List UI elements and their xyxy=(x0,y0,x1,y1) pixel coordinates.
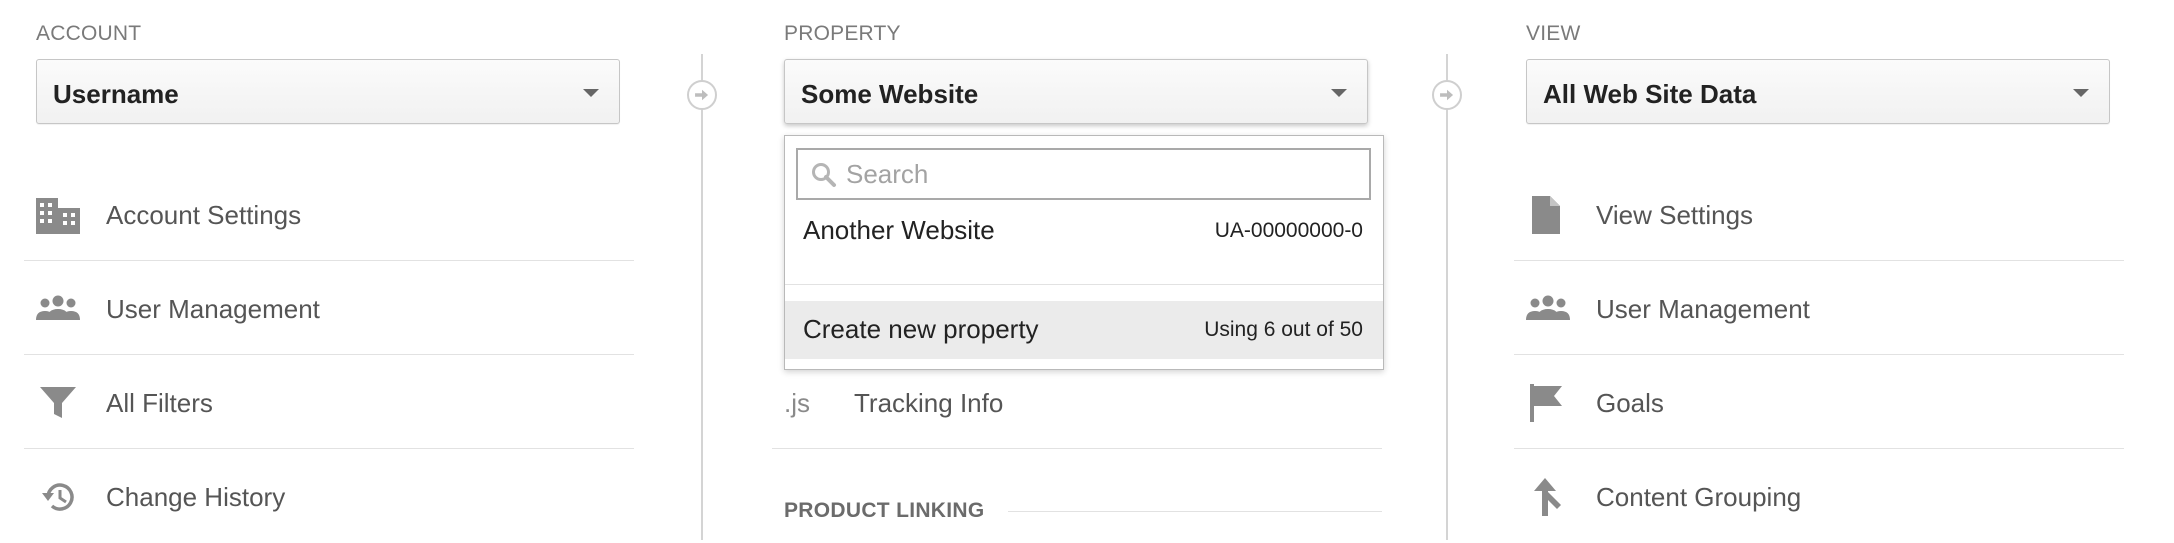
property-usage-text: Using 6 out of 50 xyxy=(1204,318,1363,341)
tracking-info-label: Tracking Info xyxy=(854,388,1004,418)
all-filters-item[interactable]: All Filters xyxy=(24,355,634,449)
js-icon: .js xyxy=(784,388,810,418)
view-select-value: All Web Site Data xyxy=(1543,79,1757,109)
view-user-management-label: User Management xyxy=(1596,294,1810,324)
goals-label: Goals xyxy=(1596,388,1664,418)
arrow-right-icon xyxy=(1432,80,1462,110)
view-settings-item[interactable]: View Settings xyxy=(1514,167,2124,261)
dropdown-option-another-website[interactable]: Another Website UA-00000000-0 xyxy=(785,202,1383,260)
account-settings-item[interactable]: Account Settings xyxy=(24,167,634,261)
view-select[interactable]: All Web Site Data xyxy=(1526,59,2110,124)
section-divider xyxy=(1008,511,1382,512)
create-new-property-option[interactable]: Create new property Using 6 out of 50 xyxy=(785,301,1383,359)
content-grouping-item[interactable]: Content Grouping xyxy=(1514,449,2124,543)
filter-icon xyxy=(40,387,76,418)
goals-item[interactable]: Goals xyxy=(1514,355,2124,449)
document-icon xyxy=(1532,196,1560,234)
content-grouping-icon xyxy=(1534,478,1561,516)
property-dropdown: Another Website UA-00000000-0 Create new… xyxy=(784,135,1384,370)
column-divider xyxy=(1446,54,1448,540)
arrow-right-icon xyxy=(687,80,717,110)
users-icon xyxy=(1526,295,1570,320)
account-select-value: Username xyxy=(53,79,179,109)
flag-icon xyxy=(1530,384,1562,422)
product-linking-heading: PRODUCT LINKING xyxy=(784,499,985,522)
users-icon xyxy=(36,295,80,320)
history-icon xyxy=(42,483,74,511)
account-settings-label: Account Settings xyxy=(106,200,302,230)
view-header: VIEW xyxy=(1526,22,1581,45)
chevron-down-icon xyxy=(583,89,599,97)
property-header: PROPERTY xyxy=(784,22,901,45)
search-icon xyxy=(812,163,836,187)
property-select-value: Some Website xyxy=(801,79,979,109)
chevron-down-icon xyxy=(1331,89,1347,97)
account-user-management-item[interactable]: User Management xyxy=(24,261,634,355)
property-search-input[interactable] xyxy=(846,156,1356,192)
dropdown-divider xyxy=(785,284,1383,285)
building-icon xyxy=(36,198,80,234)
view-settings-label: View Settings xyxy=(1596,200,1754,230)
column-divider xyxy=(701,54,703,540)
chevron-down-icon xyxy=(2073,89,2089,97)
account-select[interactable]: Username xyxy=(36,59,620,124)
option-name: Another Website xyxy=(803,215,995,245)
all-filters-label: All Filters xyxy=(106,388,213,418)
create-new-property-label: Create new property xyxy=(803,314,1039,344)
change-history-item[interactable]: Change History xyxy=(24,449,634,543)
svg-text:.js: .js xyxy=(784,388,810,418)
account-user-management-label: User Management xyxy=(106,294,320,324)
property-search-box[interactable] xyxy=(796,148,1371,200)
property-select[interactable]: Some Website xyxy=(784,59,1368,124)
change-history-label: Change History xyxy=(106,482,286,512)
account-header: ACCOUNT xyxy=(36,22,142,45)
view-user-management-item[interactable]: User Management xyxy=(1514,261,2124,355)
content-grouping-label: Content Grouping xyxy=(1596,482,1802,512)
option-tracking-id: UA-00000000-0 xyxy=(1214,219,1363,242)
